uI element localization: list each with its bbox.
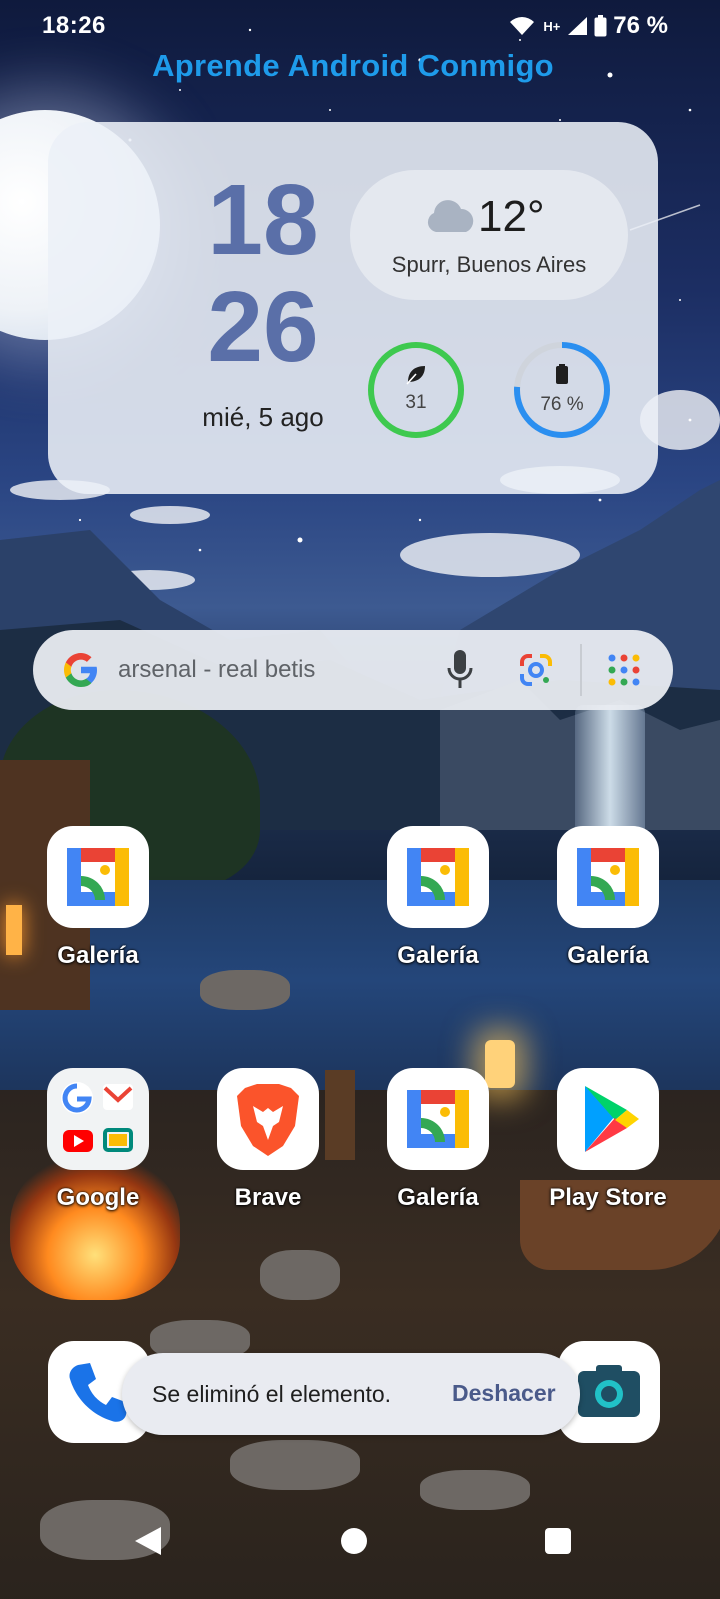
weather-location: Spurr, Buenos Aires xyxy=(391,252,587,277)
battery-status-icon xyxy=(594,15,607,37)
app-galeria[interactable]: Galería xyxy=(543,826,673,970)
status-icons: H+ 76 % xyxy=(509,12,668,40)
weather-temperature: 12° xyxy=(478,192,545,241)
app-label: Play Store xyxy=(549,1184,667,1211)
rock-decoration xyxy=(230,1440,360,1490)
app-label: Galería xyxy=(567,942,649,969)
app-label: Galería xyxy=(57,942,139,969)
rock-decoration xyxy=(260,1250,340,1300)
status-bar: 18:26 H+ 76 % xyxy=(0,0,720,50)
battery-widget-value: 76 % xyxy=(540,394,584,415)
battery-icon xyxy=(556,364,568,384)
search-query[interactable]: arsenal - real betis xyxy=(118,656,315,684)
battery-percent: 76 % xyxy=(613,12,668,39)
clock-minute[interactable]: 26 xyxy=(178,277,348,377)
app-label: Galería xyxy=(397,942,479,969)
app-label: Google xyxy=(56,1184,140,1211)
app-play-store[interactable]: Play Store xyxy=(543,1068,673,1212)
home-screen: 18:26 H+ 76 % Aprende Android Conmigo 18… xyxy=(0,0,720,1599)
google-logo-icon xyxy=(64,653,97,687)
cabin-light-decoration xyxy=(6,905,22,955)
play-store-icon xyxy=(557,1068,659,1170)
home-icon[interactable] xyxy=(341,1528,367,1554)
air-quality-ring-graphic xyxy=(368,342,464,438)
battery-ring-graphic xyxy=(514,342,610,438)
rock-decoration xyxy=(420,1470,530,1510)
lens-icon[interactable] xyxy=(518,652,554,688)
rock-decoration xyxy=(200,970,290,1010)
app-label: Galería xyxy=(397,1184,479,1211)
app-label: Brave xyxy=(234,1184,302,1211)
search-divider xyxy=(580,644,582,696)
weather-card[interactable]: 12° Spurr, Buenos Aires xyxy=(350,170,628,300)
brave-lion-icon xyxy=(217,1068,319,1170)
banner-title: Aprende Android Conmigo xyxy=(152,48,554,83)
gallery-icon xyxy=(47,826,149,928)
air-quality-value: 31 xyxy=(405,392,427,413)
signal-icon xyxy=(568,17,588,35)
clock-weather-widget[interactable]: 18 26 mié, 5 ago 12° Spurr, Buenos Aires… xyxy=(48,122,658,494)
folder-google[interactable]: Google xyxy=(33,1068,163,1212)
app-galeria[interactable]: Galería xyxy=(373,1068,503,1212)
gallery-icon xyxy=(387,826,489,928)
mic-icon[interactable] xyxy=(446,648,474,690)
wifi-icon xyxy=(510,17,535,35)
google-search-bar[interactable]: arsenal - real betis xyxy=(33,630,673,710)
recents-icon[interactable] xyxy=(545,1528,571,1554)
network-type: H+ xyxy=(543,18,561,34)
clock-hour[interactable]: 18 xyxy=(178,170,348,270)
gallery-icon xyxy=(387,1068,489,1170)
app-galeria[interactable]: Galería xyxy=(373,826,503,970)
cloud-icon xyxy=(427,200,474,232)
gallery-icon xyxy=(557,826,659,928)
air-quality-ring[interactable]: 31 xyxy=(366,340,466,440)
navigation-bar xyxy=(0,1505,720,1599)
app-brave[interactable]: Brave xyxy=(203,1068,333,1212)
clock-date[interactable]: mié, 5 ago xyxy=(138,402,388,433)
back-icon[interactable] xyxy=(133,1525,163,1557)
undo-button[interactable]: Deshacer xyxy=(452,1380,556,1407)
battery-ring[interactable]: 76 % xyxy=(512,340,612,440)
snackbar-message: Se eliminó el elemento. xyxy=(152,1381,392,1407)
snackbar: Se eliminó el elemento. Deshacer xyxy=(122,1353,580,1435)
app-galeria[interactable]: Galería xyxy=(33,826,163,970)
google-folder-icon xyxy=(47,1068,149,1170)
apps-grid-icon[interactable] xyxy=(606,652,642,688)
status-time: 18:26 xyxy=(42,12,106,39)
leaf-icon xyxy=(406,366,425,385)
